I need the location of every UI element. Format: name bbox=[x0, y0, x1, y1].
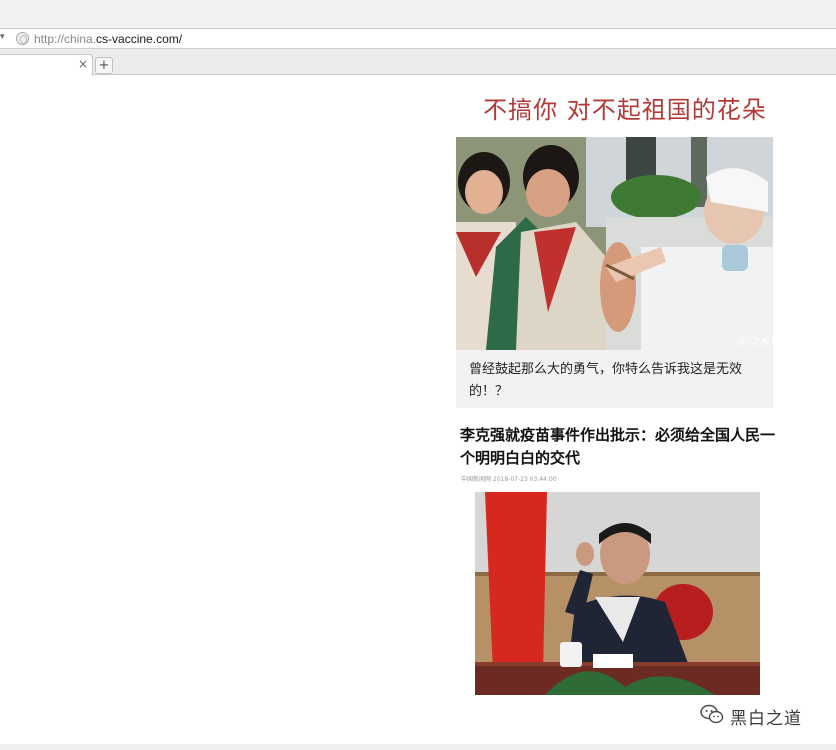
photo-credit: @江之客 bbox=[737, 337, 769, 346]
url-scheme: http://china. bbox=[34, 32, 97, 46]
watermark-text: 黑白之道 bbox=[730, 709, 802, 729]
vaccination-photo: @江之客 bbox=[456, 137, 773, 350]
wechat-icon bbox=[700, 703, 724, 725]
new-tab-button[interactable]: + bbox=[95, 57, 113, 74]
browser-top-strip bbox=[0, 0, 836, 28]
bottom-edge bbox=[0, 744, 836, 750]
globe-icon bbox=[16, 32, 29, 45]
premier-photo bbox=[475, 492, 760, 695]
news-meta: 中国新闻网 2018-07-23 03:44:00 bbox=[461, 476, 557, 483]
url-host: cs-vaccine.com/ bbox=[96, 32, 183, 46]
dropdown-arrow-icon[interactable]: ▾ bbox=[0, 32, 5, 42]
url-text[interactable]: http://china.cs-vaccine.com/ bbox=[34, 32, 182, 46]
address-bar[interactable]: ▾ http://china.cs-vaccine.com/ bbox=[0, 28, 836, 49]
page-headline: 不搞你 对不起祖国的花朵 bbox=[483, 96, 767, 124]
news-title[interactable]: 李克强就疫苗事件作出批示：必须给全国人民一个明明白白的交代 bbox=[460, 424, 775, 470]
photo-caption: 曾经鼓起那么大的勇气，你特么告诉我这是无效的！？ bbox=[456, 350, 773, 408]
browser-tab[interactable]: × bbox=[0, 54, 93, 76]
close-tab-icon[interactable]: × bbox=[78, 57, 88, 71]
tab-strip: × + bbox=[0, 49, 836, 76]
